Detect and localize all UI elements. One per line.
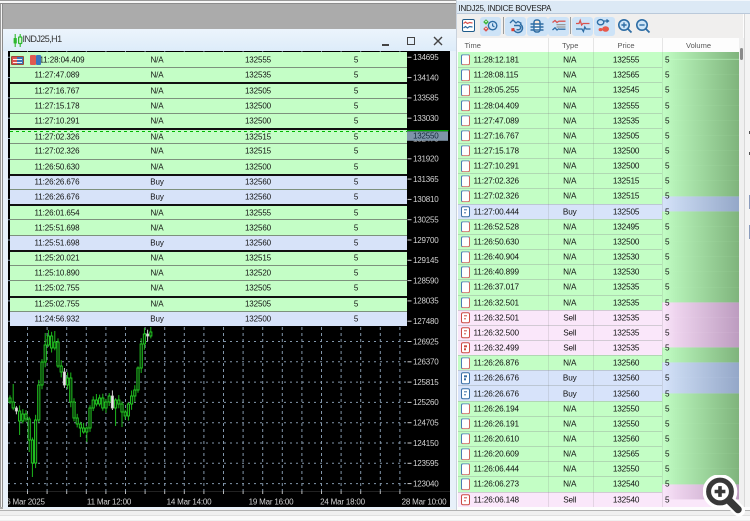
- svg-text:126925: 126925: [413, 337, 439, 346]
- svg-text:125260: 125260: [413, 398, 439, 407]
- svg-text:134695: 134695: [413, 53, 439, 62]
- svg-text:132550: 132550: [413, 131, 439, 140]
- svg-text:131365: 131365: [413, 175, 439, 184]
- svg-text:133030: 133030: [413, 114, 439, 123]
- svg-text:126370: 126370: [413, 358, 439, 367]
- svg-text:133585: 133585: [413, 94, 439, 103]
- svg-text:129145: 129145: [413, 256, 439, 265]
- svg-text:123040: 123040: [413, 479, 439, 488]
- svg-text:130810: 130810: [413, 195, 439, 204]
- svg-text:127480: 127480: [413, 317, 439, 326]
- svg-text:125815: 125815: [413, 378, 439, 387]
- svg-text:19 Mar 16:00: 19 Mar 16:00: [249, 498, 294, 507]
- svg-text:11 Mar 12:00: 11 Mar 12:00: [87, 498, 132, 507]
- svg-text:14 Mar 14:00: 14 Mar 14:00: [167, 498, 212, 507]
- svg-text:24 Mar 18:00: 24 Mar 18:00: [320, 498, 365, 507]
- svg-text:28 Mar 10:00: 28 Mar 10:00: [402, 498, 447, 507]
- svg-text:134140: 134140: [413, 73, 439, 82]
- svg-text:6 Mar 2025: 6 Mar 2025: [8, 498, 45, 507]
- svg-text:129700: 129700: [413, 236, 439, 245]
- svg-text:131920: 131920: [413, 155, 439, 164]
- svg-text:123595: 123595: [413, 459, 439, 468]
- svg-text:124705: 124705: [413, 419, 439, 428]
- svg-text:124150: 124150: [413, 439, 439, 448]
- svg-text:128590: 128590: [413, 276, 439, 285]
- svg-text:130255: 130255: [413, 216, 439, 225]
- svg-text:128035: 128035: [413, 297, 439, 306]
